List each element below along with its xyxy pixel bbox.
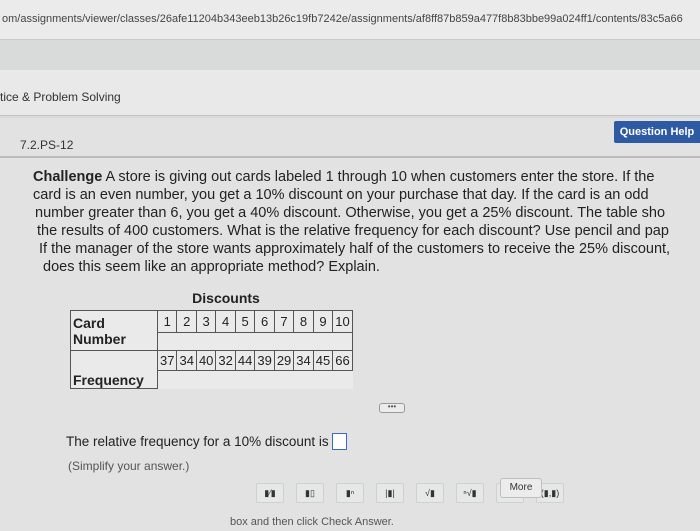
frequency-cell: 34 <box>293 350 314 371</box>
frequency-cell: 66 <box>332 350 353 371</box>
more-button[interactable]: More <box>500 478 542 498</box>
frequency-cell: 44 <box>234 350 256 371</box>
answer-hint: (Simplify your answer.) <box>68 459 190 473</box>
frequency-cell: 40 <box>195 350 217 371</box>
url-text: om/assignments/viewer/classes/26afe11204… <box>2 13 683 25</box>
exponent-button[interactable]: ▮ⁿ <box>336 483 364 503</box>
card-cell: 1 <box>156 310 178 333</box>
answer-input-box[interactable] <box>331 433 347 450</box>
card-cell: 10 <box>332 310 353 333</box>
problem-line-2: card is an even number, you get a 10% di… <box>33 187 649 203</box>
answer-prompt: The relative frequency for a 10% discoun… <box>66 434 329 449</box>
question-id: 7.2.PS-12 <box>20 138 74 152</box>
frequency-cell: 34 <box>176 350 197 371</box>
problem-line-1-text: A store is giving out cards labeled 1 th… <box>105 169 655 185</box>
answer-line: The relative frequency for a 10% discoun… <box>66 433 347 450</box>
problem-statement: Challenge A store is giving out cards la… <box>33 168 700 276</box>
divider <box>0 156 700 158</box>
square-root-button[interactable]: √▮ <box>416 483 444 503</box>
card-cell: 6 <box>254 310 275 333</box>
discounts-table-wrap: Discounts Card Number 1 2 3 4 5 6 7 8 9 … <box>70 290 380 400</box>
table-row-card-number: Card Number 1 2 3 4 5 6 7 8 9 10 <box>70 310 353 351</box>
question-help-button[interactable]: Question Help <box>614 121 700 143</box>
card-cell: 7 <box>273 310 295 333</box>
card-cell: 3 <box>195 310 217 333</box>
fraction-button[interactable]: ▮⁄▮ <box>256 483 284 503</box>
row-header-frequency: Frequency <box>70 350 158 389</box>
problem-line-3: number greater than 6, you get a 40% dis… <box>35 205 666 221</box>
frequency-cell: 45 <box>312 350 334 371</box>
problem-line-6: does this seem like an appropriate metho… <box>43 259 380 275</box>
row-header-card-number: Card Number <box>70 310 158 351</box>
card-cell: 8 <box>293 310 314 333</box>
expand-dots-button[interactable]: ••• <box>379 403 405 413</box>
problem-line-1: Challenge A store is giving out cards la… <box>33 168 700 186</box>
table-caption: Discounts <box>192 290 260 306</box>
frequency-cell: 29 <box>273 350 295 371</box>
frequency-cell: 32 <box>215 350 236 371</box>
breadcrumb[interactable]: tice & Problem Solving <box>0 90 121 104</box>
card-cell: 2 <box>176 310 197 333</box>
footer-instruction: box and then click Check Answer. <box>230 516 394 528</box>
browser-url-bar[interactable]: om/assignments/viewer/classes/26afe11204… <box>0 0 700 40</box>
discounts-table: Card Number 1 2 3 4 5 6 7 8 9 10 Frequen… <box>70 310 353 389</box>
breadcrumb-bar: tice & Problem Solving <box>0 70 700 116</box>
card-cell: 5 <box>234 310 256 333</box>
card-cell: 4 <box>215 310 236 333</box>
nth-root-button[interactable]: ⁿ√▮ <box>456 483 484 503</box>
absolute-value-button[interactable]: |▮| <box>376 483 404 503</box>
frequency-cell: 39 <box>254 350 275 371</box>
problem-line-5: If the manager of the store wants approx… <box>39 241 671 257</box>
card-cell: 9 <box>312 310 334 333</box>
frequency-cell: 37 <box>156 350 178 371</box>
problem-line-4: the results of 400 customers. What is th… <box>37 223 669 239</box>
table-row-frequency-values: Frequency 37 34 40 32 44 39 29 34 45 66 <box>70 350 353 389</box>
challenge-label: Challenge <box>33 169 103 185</box>
mixed-number-button[interactable]: ▮▯ <box>296 483 324 503</box>
